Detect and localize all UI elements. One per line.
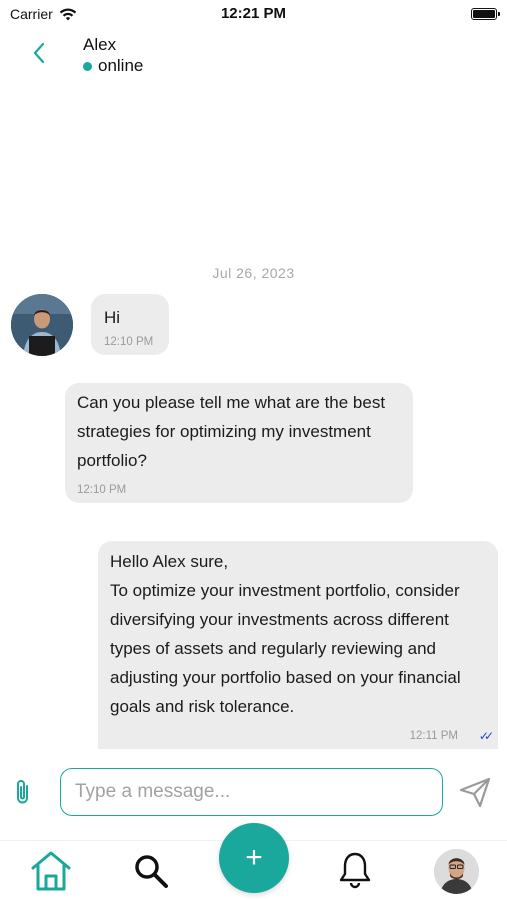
contact-name: Alex xyxy=(83,35,117,54)
send-button[interactable] xyxy=(458,776,492,808)
message-line: Hello Alex sure, xyxy=(110,552,229,571)
compose-fab-button[interactable]: + xyxy=(219,823,289,893)
back-button[interactable] xyxy=(26,40,52,66)
message-bubble-outgoing[interactable]: Hello Alex sure, To optimize your invest… xyxy=(98,541,498,749)
message-bubble-incoming[interactable]: Hi 12:10 PM xyxy=(91,294,169,355)
message-line: strategies for optimizing my investment xyxy=(77,422,371,441)
message-line: portfolio? xyxy=(77,451,147,470)
online-dot-icon xyxy=(83,61,92,71)
message-line: goals and risk tolerance. xyxy=(110,697,295,716)
attach-button[interactable] xyxy=(10,777,36,807)
battery-icon xyxy=(471,8,500,20)
message-line: diversifying your investments across dif… xyxy=(110,610,449,629)
send-icon xyxy=(459,777,491,808)
nav-search-button[interactable] xyxy=(133,853,169,889)
message-time: 12:11 PM xyxy=(409,730,458,742)
search-icon xyxy=(135,855,168,888)
status-time: 12:21 PM xyxy=(220,5,287,22)
contact-photo xyxy=(11,294,73,356)
message-line: adjusting your portfolio based on your f… xyxy=(110,668,461,687)
message-line: types of assets and regularly reviewing … xyxy=(110,639,437,658)
message-line: Can you please tell me what are the best xyxy=(77,393,386,412)
message-input[interactable] xyxy=(60,768,443,816)
double-check-icon: ✓✓ xyxy=(478,729,494,743)
chevron-left-icon xyxy=(33,42,45,64)
presence-status: online xyxy=(83,56,143,76)
message-text: Hi xyxy=(104,308,121,327)
paperclip-icon xyxy=(17,780,28,804)
message-line: To optimize your investment portfolio, c… xyxy=(110,581,460,600)
bell-icon xyxy=(339,852,371,889)
profile-photo xyxy=(434,849,479,894)
message-time: 12:10 PM xyxy=(77,484,127,496)
status-bar: Carrier 12:21 PM xyxy=(0,0,507,30)
message-bubble-incoming[interactable]: Can you please tell me what are the best… xyxy=(65,383,413,503)
message-time: 12:10 PM xyxy=(104,336,154,348)
nav-profile-avatar[interactable] xyxy=(434,849,479,894)
nav-notifications-button[interactable] xyxy=(338,851,372,889)
nav-home-button[interactable] xyxy=(30,849,72,893)
contact-avatar[interactable] xyxy=(11,294,73,356)
home-icon xyxy=(31,851,71,891)
date-separator: Jul 26, 2023 xyxy=(212,265,295,281)
presence-label: online xyxy=(98,56,144,75)
